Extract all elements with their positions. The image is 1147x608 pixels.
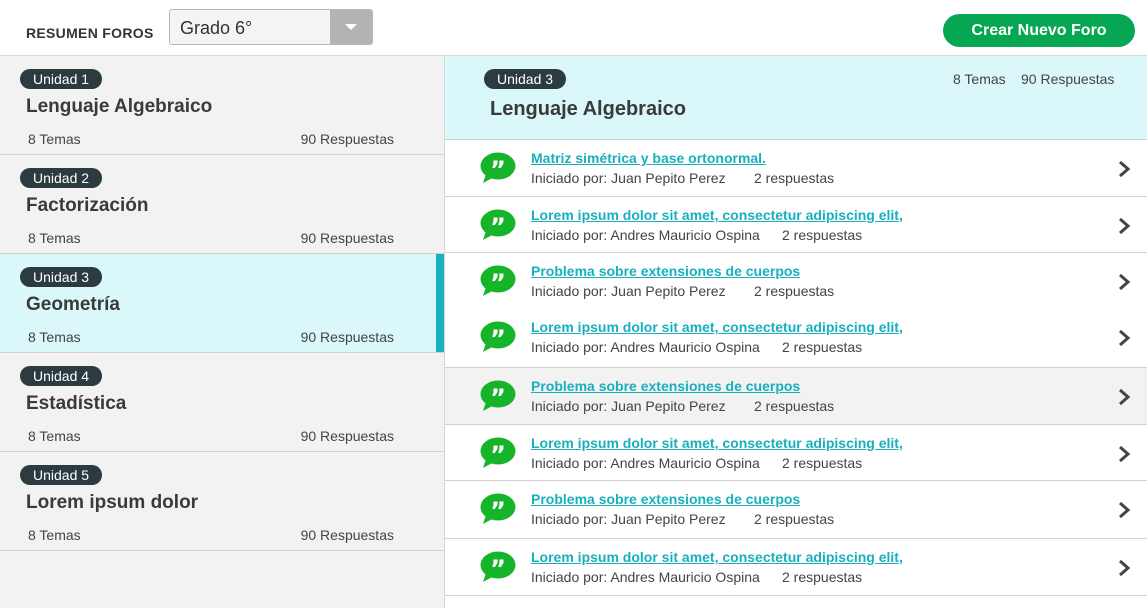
topic-author: Iniciado por: Andres Mauricio Ospina <box>531 455 760 471</box>
unit-name: Factorización <box>26 195 149 216</box>
unit-badge: Unidad 2 <box>20 168 103 188</box>
forum-title: Lenguaje Algebraico <box>490 98 686 120</box>
topic-link[interactable]: Lorem ipsum dolor sit amet, consectetur … <box>531 435 903 451</box>
topic-replies-count: 2 respuestas <box>754 283 835 299</box>
unit-replies-count: 90 Respuestas <box>300 329 394 345</box>
topic-row[interactable]: ” Problema sobre extensiones de cuerpos … <box>445 253 1147 309</box>
chevron-right-icon[interactable] <box>1117 273 1131 291</box>
svg-text:”: ” <box>490 384 506 412</box>
unit-name: Lenguaje Algebraico <box>26 96 213 117</box>
topic-row[interactable]: ” Problema sobre extensiones de cuerpos … <box>445 368 1147 425</box>
chevron-right-icon[interactable] <box>1117 329 1131 347</box>
unit-badge: Unidad 1 <box>20 69 103 89</box>
chat-bubble-quote-icon: ” <box>480 209 516 241</box>
topic-author: Iniciado por: Andres Mauricio Ospina <box>531 569 760 585</box>
topic-author: Iniciado por: Juan Pepito Perez <box>531 511 726 527</box>
header-bar: RESUMEN FOROS Grado 6° Crear Nuevo Foro <box>0 0 1147 56</box>
grade-select-value: Grado 6° <box>180 18 253 38</box>
forum-replies-count: 90 Respuestas <box>1021 71 1115 87</box>
topic-link[interactable]: Lorem ipsum dolor sit amet, consectetur … <box>531 207 903 223</box>
topic-link[interactable]: Matriz simétrica y base ortonormal. <box>531 150 766 166</box>
chevron-right-icon[interactable] <box>1117 445 1131 463</box>
unit-topics-count: 8 Temas <box>28 230 81 246</box>
topic-row[interactable]: ” Lorem ipsum dolor sit amet, consectetu… <box>445 309 1147 368</box>
topic-replies-count: 2 respuestas <box>754 398 835 414</box>
forum-detail-header: Unidad 3 Lenguaje Algebraico 8 Temas 90 … <box>445 56 1147 140</box>
chevron-right-icon[interactable] <box>1117 160 1131 178</box>
topic-link[interactable]: Lorem ipsum dolor sit amet, consectetur … <box>531 319 903 335</box>
chevron-down-icon[interactable] <box>330 10 372 44</box>
unit-badge: Unidad 5 <box>20 465 103 485</box>
grade-select[interactable]: Grado 6° <box>169 9 373 45</box>
topic-author: Iniciado por: Andres Mauricio Ospina <box>531 227 760 243</box>
svg-text:”: ” <box>490 269 506 297</box>
unit-badge: Unidad 4 <box>20 366 103 386</box>
topic-link[interactable]: Lorem ipsum dolor sit amet, consectetur … <box>531 549 903 565</box>
unit-badge: Unidad 3 <box>20 267 103 287</box>
chevron-right-icon[interactable] <box>1117 501 1131 519</box>
topic-row[interactable]: ” Lorem ipsum dolor sit amet, consectetu… <box>445 425 1147 481</box>
topic-replies-count: 2 respuestas <box>754 170 835 186</box>
sidebar-item-unit-1[interactable]: Unidad 1 Lenguaje Algebraico 8 Temas 90 … <box>0 56 444 155</box>
chevron-right-icon[interactable] <box>1117 217 1131 235</box>
unit-topics-count: 8 Temas <box>28 329 81 345</box>
chat-bubble-quote-icon: ” <box>480 321 516 353</box>
topic-replies-count: 2 respuestas <box>782 339 863 355</box>
svg-text:”: ” <box>490 325 506 353</box>
topic-row[interactable]: ” Problema sobre extensiones de cuerpos … <box>445 481 1147 539</box>
topic-replies-count: 2 respuestas <box>782 569 863 585</box>
unit-name: Geometría <box>26 294 120 315</box>
svg-text:”: ” <box>490 156 506 184</box>
topic-row[interactable]: ” Lorem ipsum dolor sit amet, consectetu… <box>445 197 1147 253</box>
sidebar-item-unit-3[interactable]: Unidad 3 Geometría 8 Temas 90 Respuestas <box>0 254 444 353</box>
chat-bubble-quote-icon: ” <box>480 380 516 412</box>
topic-row[interactable]: ” Lorem ipsum dolor sit amet, consectetu… <box>445 539 1147 596</box>
topic-link[interactable]: Problema sobre extensiones de cuerpos <box>531 491 800 507</box>
svg-text:”: ” <box>490 497 506 525</box>
unit-topics-count: 8 Temas <box>28 131 81 147</box>
topic-replies-count: 2 respuestas <box>754 511 835 527</box>
unit-replies-count: 90 Respuestas <box>300 131 394 147</box>
chat-bubble-quote-icon: ” <box>480 265 516 297</box>
chevron-right-icon[interactable] <box>1117 388 1131 406</box>
topic-replies-count: 2 respuestas <box>782 227 863 243</box>
chat-bubble-quote-icon: ” <box>480 437 516 469</box>
chat-bubble-quote-icon: ” <box>480 152 516 184</box>
chevron-right-icon[interactable] <box>1117 559 1131 577</box>
topic-replies-count: 2 respuestas <box>782 455 863 471</box>
unit-topics-count: 8 Temas <box>28 428 81 444</box>
topic-author: Iniciado por: Juan Pepito Perez <box>531 283 726 299</box>
topic-author: Iniciado por: Juan Pepito Perez <box>531 170 726 186</box>
topic-link[interactable]: Problema sobre extensiones de cuerpos <box>531 378 800 394</box>
forum-detail-panel: Unidad 3 Lenguaje Algebraico 8 Temas 90 … <box>445 56 1147 608</box>
chat-bubble-quote-icon: ” <box>480 493 516 525</box>
create-forum-button[interactable]: Crear Nuevo Foro <box>943 14 1135 47</box>
unit-replies-count: 90 Respuestas <box>300 230 394 246</box>
unit-name: Lorem ipsum dolor <box>26 492 199 513</box>
chat-bubble-quote-icon: ” <box>480 551 516 583</box>
active-indicator <box>436 254 444 352</box>
svg-text:”: ” <box>490 555 506 583</box>
topic-link[interactable]: Problema sobre extensiones de cuerpos <box>531 263 800 279</box>
unit-name: Estadística <box>26 393 127 414</box>
unit-badge: Unidad 3 <box>484 69 567 89</box>
svg-text:”: ” <box>490 213 506 241</box>
topic-row[interactable]: ” Matriz simétrica y base ortonormal. In… <box>445 140 1147 197</box>
svg-text:”: ” <box>490 441 506 469</box>
forum-topics-count: 8 Temas <box>953 71 1006 87</box>
sidebar-item-unit-2[interactable]: Unidad 2 Factorización 8 Temas 90 Respue… <box>0 155 444 254</box>
unit-replies-count: 90 Respuestas <box>300 428 394 444</box>
unit-replies-count: 90 Respuestas <box>300 527 394 543</box>
unit-topics-count: 8 Temas <box>28 527 81 543</box>
topic-author: Iniciado por: Andres Mauricio Ospina <box>531 339 760 355</box>
sidebar-item-unit-5[interactable]: Unidad 5 Lorem ipsum dolor 8 Temas 90 Re… <box>0 452 444 551</box>
sidebar-item-unit-4[interactable]: Unidad 4 Estadística 8 Temas 90 Respuest… <box>0 353 444 452</box>
topic-author: Iniciado por: Juan Pepito Perez <box>531 398 726 414</box>
units-sidebar: Unidad 1 Lenguaje Algebraico 8 Temas 90 … <box>0 56 445 608</box>
page-title: RESUMEN FOROS <box>26 25 154 41</box>
